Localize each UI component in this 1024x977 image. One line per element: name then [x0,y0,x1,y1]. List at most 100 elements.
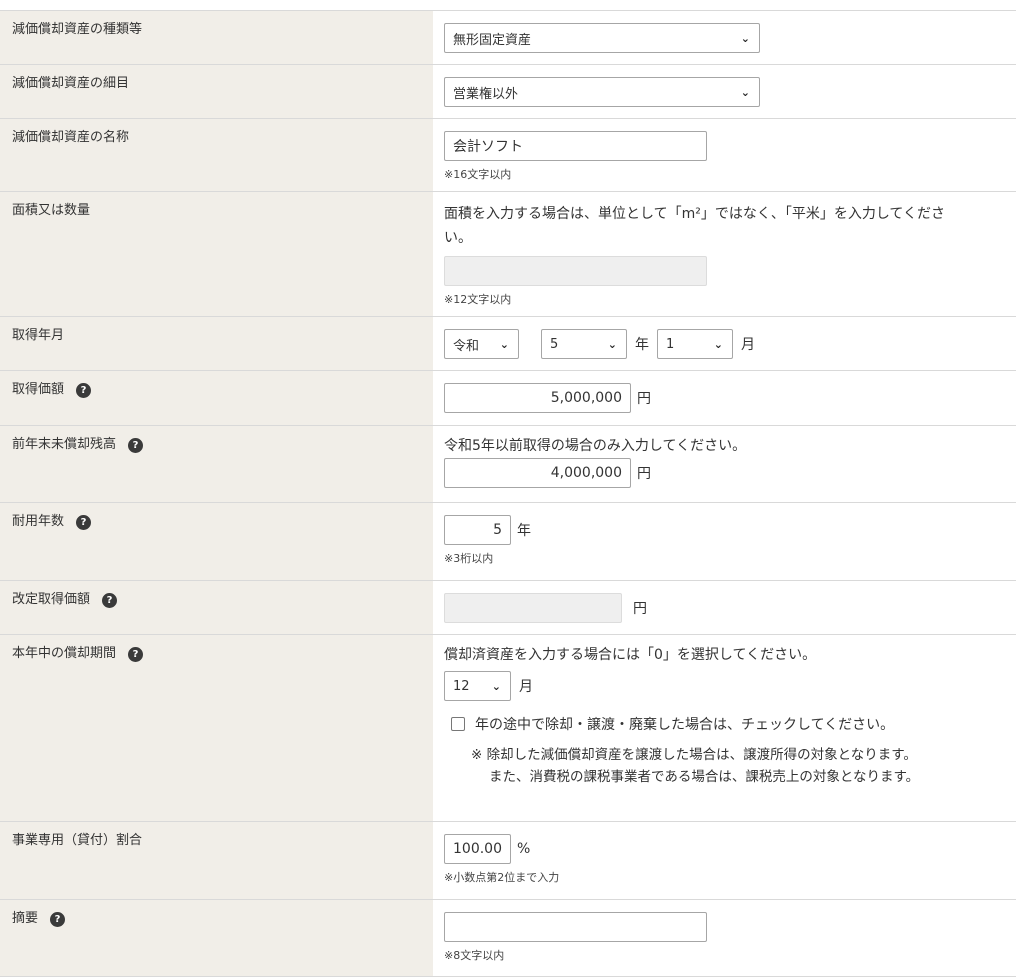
disposal-checkbox-label[interactable]: 年の途中で除却・譲渡・廃棄した場合は、チェックしてください。 [475,714,894,734]
year-select[interactable]: 5 ⌄ [541,329,627,359]
asset-name-input[interactable]: 会計ソフト [444,131,707,161]
chevron-down-icon: ⌄ [740,86,750,99]
asset-type-label: 減価償却資産の種類等 [12,22,143,37]
row-area: 面積又は数量 面積を入力する場合は、単位として「m²」ではなく、「平米」を入力し… [0,192,1016,317]
depreciation-period-description: 償却済資産を入力する場合には「0」を選択してください。 [444,647,817,663]
disposal-note-line2: また、消費税の課税事業者である場合は、課税売上の対象となります。 [489,769,920,785]
value-cell: 営業権以外 ⌄ [433,65,1016,118]
value-cell: 面積を入力する場合は、単位として「m²」ではなく、「平米」を入力してくださ い。… [433,192,1016,316]
acquisition-price-label: 取得価額 [12,382,65,397]
chevron-down-icon: ⌄ [607,338,617,351]
business-ratio-value: 100.00 [453,841,502,857]
depreciation-period-label: 本年中の償却期間 [12,646,117,661]
label-cell: 本年中の償却期間 ? [0,635,433,821]
asset-name-label: 減価償却資産の名称 [12,130,130,145]
asset-type-value: 無形固定資産 [453,32,532,48]
value-cell: 無形固定資産 ⌄ [433,11,1016,64]
business-ratio-label: 事業専用（貸付）割合 [12,833,143,848]
question-circle-icon[interactable]: ? [128,647,144,662]
label-cell: 減価償却資産の細目 [0,65,433,118]
row-depreciation-period: 本年中の償却期間 ? 償却済資産を入力する場合には「0」を選択してください。 1… [0,635,1016,822]
label-cell: 減価償却資産の名称 [0,119,433,191]
asset-type-select[interactable]: 無形固定資産 ⌄ [444,23,760,53]
chevron-down-icon: ⌄ [491,680,501,693]
value-cell: 5 年 ※3桁以内 [433,503,1016,580]
question-circle-icon[interactable]: ? [128,438,144,453]
label-cell: 取得価額 ? [0,371,433,425]
revised-price-group: 円 [444,593,1016,623]
acquisition-price-group: 5,000,000 円 [444,383,1016,413]
acquisition-date-group: 令和 ⌄ 5 ⌄ 年 1 ⌄ 月 [444,329,1016,359]
acquisition-price-unit: 円 [637,391,651,407]
period-unit: 月 [519,679,533,695]
acquisition-date-label: 取得年月 [12,328,65,343]
label-cell: 摘要 ? [0,900,433,976]
row-acquisition-price: 取得価額 ? 5,000,000 円 [0,371,1016,426]
value-cell: ※8文字以内 [433,900,1016,976]
useful-life-note: ※3桁以内 [444,552,494,565]
era-select[interactable]: 令和 ⌄ [444,329,519,359]
label-cell: 取得年月 [0,317,433,370]
useful-life-group: 5 年 [444,515,1016,545]
question-circle-icon[interactable]: ? [102,593,118,608]
month-unit: 月 [741,337,755,353]
disposal-checkbox-row: 年の途中で除却・譲渡・廃棄した場合は、チェックしてください。 [451,714,1016,734]
business-ratio-input[interactable]: 100.00 [444,834,511,864]
useful-life-unit: 年 [517,523,531,539]
business-ratio-note: ※小数点第2位まで入力 [444,871,560,884]
previous-balance-value: 4,000,000 [550,465,622,481]
year-unit: 年 [635,337,649,353]
period-months-select[interactable]: 12 ⌄ [444,671,511,701]
row-previous-balance: 前年末未償却残高 ? 令和5年以前取得の場合のみ入力してください。 4,000,… [0,426,1016,503]
chevron-down-icon: ⌄ [713,338,723,351]
summary-input[interactable] [444,912,707,942]
row-revised-price: 改定取得価額 ? 円 [0,581,1016,635]
disposal-note-line1: ※ 除却した減価償却資産を譲渡した場合は、譲渡所得の対象となります。 [471,747,917,763]
value-cell: 令和5年以前取得の場合のみ入力してください。 4,000,000 円 [433,426,1016,502]
area-note: ※12文字以内 [444,293,512,306]
disposal-checkbox[interactable] [451,717,465,731]
question-circle-icon[interactable]: ? [50,912,66,927]
label-cell: 減価償却資産の種類等 [0,11,433,64]
revised-price-label: 改定取得価額 [12,592,91,607]
previous-balance-input[interactable]: 4,000,000 [444,458,631,488]
question-circle-icon[interactable]: ? [76,383,92,398]
revised-price-unit: 円 [633,601,647,617]
useful-life-input[interactable]: 5 [444,515,511,545]
previous-balance-description: 令和5年以前取得の場合のみ入力してください。 [444,438,747,454]
row-asset-detail: 減価償却資産の細目 営業権以外 ⌄ [0,65,1016,119]
area-description-line2: い。 [444,230,472,246]
label-cell: 前年末未償却残高 ? [0,426,433,502]
label-cell: 耐用年数 ? [0,503,433,580]
label-cell: 面積又は数量 [0,192,433,316]
depreciation-period-group: 12 ⌄ 月 [444,671,1016,701]
row-summary: 摘要 ? ※8文字以内 [0,900,1016,977]
useful-life-label: 耐用年数 [12,514,65,529]
useful-life-value: 5 [493,522,502,538]
row-asset-type: 減価償却資産の種類等 無形固定資産 ⌄ [0,11,1016,65]
business-ratio-group: 100.00 % [444,834,1016,864]
acquisition-price-input[interactable]: 5,000,000 [444,383,631,413]
asset-detail-value: 営業権以外 [453,86,519,102]
question-circle-icon[interactable]: ? [76,515,92,530]
disposal-note: ※ 除却した減価償却資産を譲渡した場合は、譲渡所得の対象となります。 また、消費… [471,744,1016,788]
period-months-value: 12 [453,678,470,694]
row-acquisition-date: 取得年月 令和 ⌄ 5 ⌄ 年 1 ⌄ 月 [0,317,1016,371]
asset-name-value: 会計ソフト [453,139,523,155]
value-cell: 円 [433,581,1016,634]
month-select[interactable]: 1 ⌄ [657,329,733,359]
area-input[interactable] [444,256,707,286]
asset-detail-select[interactable]: 営業権以外 ⌄ [444,77,760,107]
asset-detail-label: 減価償却資産の細目 [12,76,130,91]
row-business-ratio: 事業専用（貸付）割合 100.00 % ※小数点第2位まで入力 [0,822,1016,900]
acquisition-price-value: 5,000,000 [550,390,622,406]
chevron-down-icon: ⌄ [740,32,750,45]
era-value: 令和 [453,338,480,354]
revised-price-input[interactable] [444,593,622,623]
label-cell: 事業専用（貸付）割合 [0,822,433,899]
area-description-line1: 面積を入力する場合は、単位として「m²」ではなく、「平米」を入力してくださ [444,206,945,222]
year-value: 5 [550,336,559,352]
summary-note: ※8文字以内 [444,949,505,962]
value-cell: 令和 ⌄ 5 ⌄ 年 1 ⌄ 月 [433,317,1016,370]
depreciation-form: 減価償却資産の種類等 無形固定資産 ⌄ 減価償却資産の細目 営業権以外 ⌄ 減価… [0,10,1016,977]
